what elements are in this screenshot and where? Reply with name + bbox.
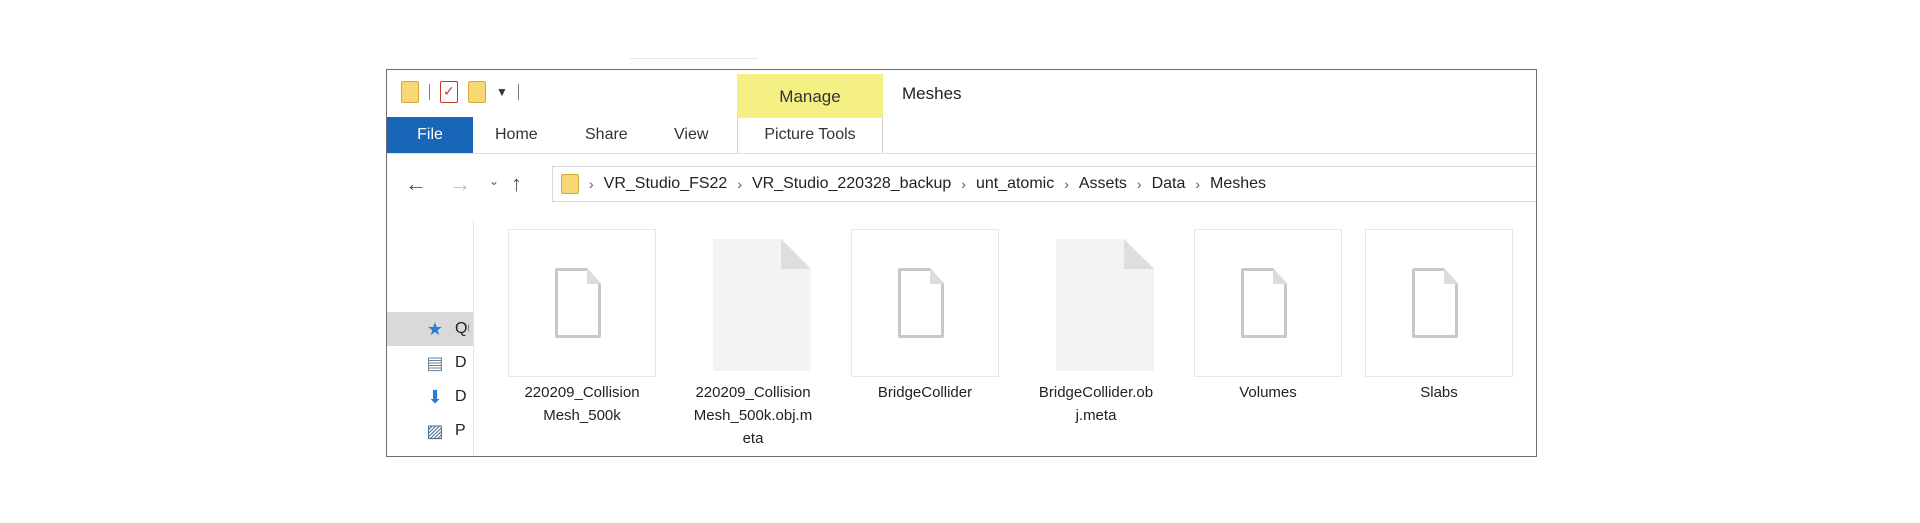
back-arrow-icon[interactable]: ← <box>405 170 427 198</box>
chevron-right-icon[interactable]: › <box>589 176 594 192</box>
properties-icon[interactable] <box>440 81 458 103</box>
folder-icon <box>561 174 579 194</box>
file-name: Volumes <box>1239 384 1297 401</box>
tab-picture-tools[interactable]: Picture Tools <box>737 117 883 153</box>
file-name: Slabs <box>1420 384 1458 401</box>
file-icon <box>898 268 944 338</box>
window-title: Meshes <box>902 84 962 103</box>
sidebar-item-quick-access[interactable]: ★ Qu <box>387 312 473 346</box>
explorer-window: ▼ Manage Meshes File Home Share View Pic… <box>386 69 1537 457</box>
address-bar[interactable]: › VR_Studio_FS22 › VR_Studio_220328_back… <box>552 166 1536 202</box>
chevron-right-icon[interactable]: › <box>1195 176 1200 192</box>
ribbon-divider <box>387 153 1536 154</box>
file-name: 220209_Collision Mesh_500k.obj.m eta <box>693 384 813 447</box>
file-icon <box>713 239 811 371</box>
picture-icon: ▨ <box>426 420 444 441</box>
forward-arrow-icon[interactable]: → <box>449 170 471 198</box>
navigation-pane: ★ Qu ▤ D ⬇ D ▨ P ■ D <box>387 220 474 457</box>
breadcrumb-item[interactable]: Data <box>1152 175 1186 193</box>
sidebar-item-label: Qu <box>455 320 469 337</box>
star-icon: ★ <box>426 318 444 339</box>
file-name: 220209_Collision Mesh_500k <box>524 384 640 424</box>
chevron-right-icon[interactable]: › <box>1137 176 1142 192</box>
top-divider <box>630 58 758 59</box>
sidebar-item-documents[interactable]: ▤ D <box>387 346 473 380</box>
chevron-right-icon[interactable]: › <box>961 176 966 192</box>
tab-share[interactable]: Share <box>585 117 628 153</box>
customize-toolbar-dropdown-icon[interactable]: ▼ <box>496 85 508 99</box>
tab-view[interactable]: View <box>674 117 708 153</box>
file-icon <box>1056 239 1154 371</box>
toolbar-divider <box>517 84 519 100</box>
chevron-right-icon[interactable]: › <box>1064 176 1069 192</box>
file-icon <box>1241 268 1287 338</box>
breadcrumb-item[interactable]: Assets <box>1079 175 1127 193</box>
navigation-bar: ← → ⌄ ↑ › VR_Studio_FS22 › VR_Studio_220… <box>387 162 1536 206</box>
download-arrow-icon: ⬇ <box>427 386 443 407</box>
file-thumbnail <box>508 229 656 377</box>
tab-file[interactable]: File <box>387 117 473 153</box>
file-icon <box>555 268 601 338</box>
manage-context-tab[interactable]: Manage <box>737 74 883 118</box>
quick-access-toolbar: ▼ <box>401 78 519 106</box>
sidebar-item-label: D <box>455 354 467 371</box>
new-folder-icon[interactable] <box>468 81 486 103</box>
chevron-right-icon[interactable]: › <box>737 176 742 192</box>
sidebar-item-downloads[interactable]: ⬇ D <box>387 380 473 414</box>
file-icon <box>1412 268 1458 338</box>
breadcrumb-item[interactable]: Meshes <box>1210 175 1266 193</box>
sidebar-item-label: D <box>455 388 467 405</box>
breadcrumb-item[interactable]: unt_atomic <box>976 175 1054 193</box>
folder-icon[interactable] <box>401 81 419 103</box>
ribbon-tabs: File Home Share View Picture Tools <box>387 117 1536 153</box>
sidebar-item-label: D <box>455 456 469 457</box>
up-arrow-icon[interactable]: ↑ <box>511 170 522 198</box>
tab-home[interactable]: Home <box>495 117 538 153</box>
recent-locations-chevron-icon[interactable]: ⌄ <box>489 174 499 188</box>
sidebar-item-label: P <box>455 422 466 439</box>
file-thumbnail <box>1365 229 1513 377</box>
sidebar-item-pictures[interactable]: ▨ P <box>387 414 473 448</box>
document-icon: ▤ <box>426 352 444 373</box>
file-name: BridgeCollider.ob j.meta <box>1038 384 1154 424</box>
breadcrumb-item[interactable]: VR_Studio_220328_backup <box>752 175 951 193</box>
sidebar-item-desktop[interactable]: ■ D <box>387 448 473 457</box>
file-thumbnail <box>1194 229 1342 377</box>
toolbar-divider <box>429 84 430 100</box>
file-thumbnail <box>851 229 999 377</box>
file-name: BridgeCollider <box>877 384 973 401</box>
manage-label: Manage <box>779 87 841 106</box>
desktop-icon: ■ <box>425 455 445 457</box>
breadcrumb-item[interactable]: VR_Studio_FS22 <box>604 175 728 193</box>
